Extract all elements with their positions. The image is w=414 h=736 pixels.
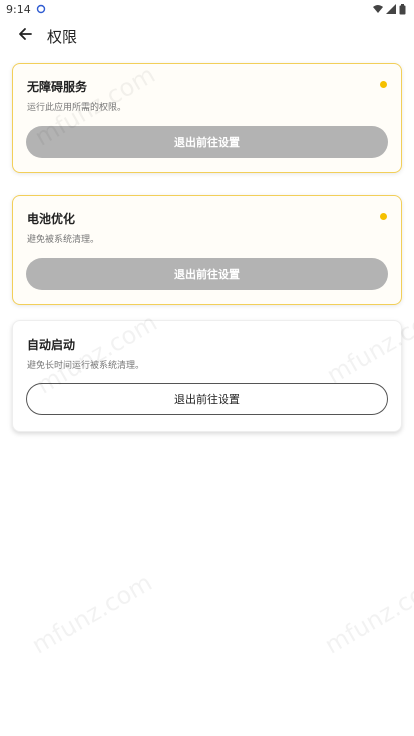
- watermark: mfunz.com: [26, 568, 157, 660]
- permission-card-accessibility: 无障碍服务 运行此应用所需的权限。 退出前往设置: [12, 63, 402, 173]
- signal-icon: [386, 4, 396, 14]
- arrow-left-icon: [17, 26, 33, 46]
- card-description: 运行此应用所需的权限。: [27, 103, 127, 113]
- status-dot: [380, 213, 387, 220]
- card-title: 无障碍服务: [27, 80, 88, 94]
- back-button[interactable]: [14, 25, 36, 47]
- wifi-icon: [373, 4, 383, 14]
- status-left: 9:14: [6, 3, 46, 16]
- status-dot: [380, 81, 387, 88]
- card-description: 避免被系统清理。: [27, 235, 100, 245]
- go-to-settings-button[interactable]: 退出前往设置: [26, 258, 388, 290]
- status-right: [373, 4, 406, 15]
- permission-card-autostart: 自动启动 避免长时间运行被系统清理。 退出前往设置: [12, 320, 402, 432]
- permission-card-battery: 电池优化 避免被系统清理。 退出前往设置: [12, 195, 402, 305]
- status-time: 9:14: [6, 2, 31, 16]
- card-description: 避免长时间运行被系统清理。: [27, 361, 145, 371]
- page-title: 权限: [47, 28, 78, 46]
- go-to-settings-button[interactable]: 退出前往设置: [26, 126, 388, 158]
- card-title: 电池优化: [27, 212, 76, 226]
- watermark: mfunz.com: [319, 568, 414, 660]
- app-bar: 权限: [0, 22, 414, 50]
- battery-icon: [399, 4, 406, 15]
- status-bar: 9:14: [0, 0, 414, 18]
- card-title: 自动启动: [27, 338, 76, 352]
- go-to-settings-button[interactable]: 退出前往设置: [26, 383, 388, 415]
- sync-icon: [36, 4, 46, 14]
